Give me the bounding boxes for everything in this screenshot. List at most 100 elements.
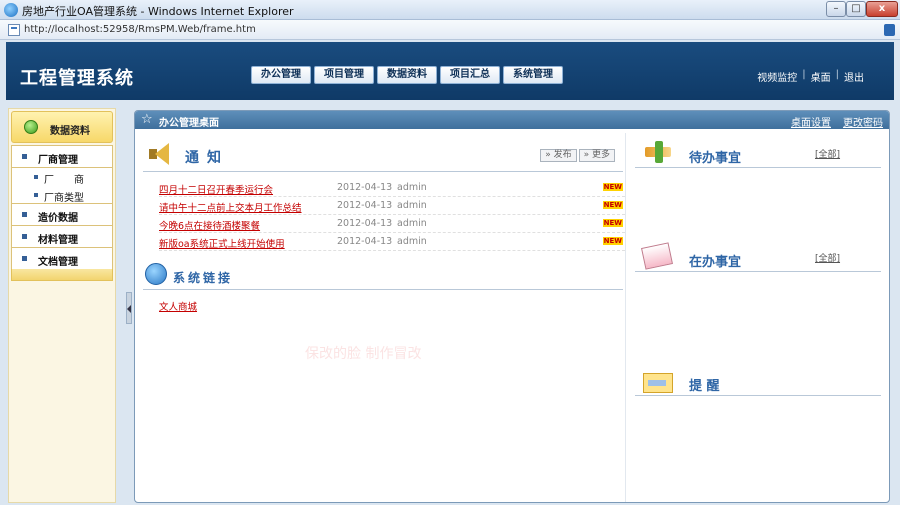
notice-date: 2012-04-13	[337, 236, 393, 247]
notice-date: 2012-04-13	[337, 218, 393, 229]
pin-icon	[639, 141, 671, 167]
sidebar-subitem-vendor[interactable]: 厂 商	[12, 168, 112, 186]
mail-icon	[639, 242, 673, 271]
maximize-button[interactable]: □	[846, 1, 866, 17]
app-header: 工程管理系统 办公管理 项目管理 数据资料 项目汇总 系统管理 视频监控 | 桌…	[6, 42, 894, 100]
notice-link[interactable]: 今晚6点在接待酒楼聚餐	[159, 218, 260, 232]
desktop-link[interactable]: 桌面	[811, 69, 831, 84]
notice-list: 四月十二日召开春季运行会 2012-04-13 admin NEW 请中午十二点…	[159, 179, 625, 251]
bullet-icon	[34, 175, 38, 179]
notice-user: admin	[397, 236, 427, 247]
nav-project[interactable]: 项目管理	[314, 66, 374, 84]
main-panel: ☆ 办公管理桌面 桌面设置 更改密码 通知 » 发布 » 更多 四月十二日召开春…	[134, 110, 890, 503]
notice-actions: » 发布 » 更多	[540, 149, 615, 162]
notice-title: 通知	[185, 150, 229, 166]
in-progress-all-link[interactable]: [全部]	[815, 251, 840, 264]
star-icon: ☆	[141, 112, 153, 127]
sidebar-item-label: 文档管理	[38, 257, 78, 268]
notice-user: admin	[397, 218, 427, 229]
note-icon	[639, 369, 673, 395]
separator: |	[802, 69, 806, 80]
sidebar-item-documents[interactable]: 文档管理	[12, 248, 112, 270]
reminder-title: 提 醒	[689, 379, 720, 394]
sidebar-title: 数据资料	[50, 126, 90, 137]
new-badge: NEW	[602, 201, 623, 209]
todo-section: 待办事宜 [全部]	[635, 141, 883, 201]
minimize-button[interactable]: –	[826, 1, 846, 17]
panel-header: ☆ 办公管理桌面 桌面设置 更改密码	[135, 111, 889, 129]
todo-title: 待办事宜	[689, 151, 742, 166]
window-title: 房地产行业OA管理系统 - Windows Internet Explorer	[22, 5, 294, 18]
divider	[635, 395, 881, 396]
sidebar-subitem-vendor-type[interactable]: 厂商类型	[12, 186, 112, 204]
notice-section: 通知 » 发布 » 更多 四月十二日召开春季运行会 2012-04-13 adm…	[143, 139, 625, 259]
more-button[interactable]: » 更多	[578, 149, 615, 162]
sidebar-item-label: 厂商管理	[38, 155, 78, 166]
divider	[635, 167, 881, 168]
watermark: 保改的脸 制作冒改	[305, 346, 422, 362]
nav-system[interactable]: 系统管理	[503, 66, 563, 84]
page-icon	[8, 24, 20, 36]
logout-link[interactable]: 退出	[844, 69, 864, 84]
ie-icon	[4, 3, 18, 17]
notice-link[interactable]: 新版oa系统正式上线开始使用	[159, 236, 285, 250]
publish-label: 发布	[553, 150, 572, 160]
divider	[143, 171, 623, 172]
sidebar-item-vendor-management[interactable]: 厂商管理	[12, 146, 112, 168]
compatibility-icon[interactable]	[884, 24, 895, 36]
sidebar-item-label: 造价数据	[38, 213, 78, 224]
reminder-section: 提 醒	[635, 369, 883, 409]
close-button[interactable]: x	[866, 1, 898, 17]
sidebar-item-materials[interactable]: 材料管理	[12, 226, 112, 248]
app-logo: 工程管理系统	[20, 68, 134, 89]
change-password-link[interactable]: 更改密码	[843, 114, 883, 129]
notice-date: 2012-04-13	[337, 182, 393, 193]
video-monitor-link[interactable]: 视频监控	[757, 69, 797, 84]
notice-link[interactable]: 四月十二日召开春季运行会	[159, 182, 273, 196]
panel-title: 办公管理桌面	[159, 118, 219, 129]
list-item: 今晚6点在接待酒楼聚餐 2012-04-13 admin NEW	[159, 215, 625, 233]
bullet-icon	[22, 154, 27, 159]
desktop-settings-link[interactable]: 桌面设置	[791, 114, 831, 129]
address-url[interactable]: http://localhost:52958/RmsPM.Web/frame.h…	[24, 24, 256, 35]
top-nav: 办公管理 项目管理 数据资料 项目汇总 系统管理	[251, 66, 563, 84]
sidebar-collapse-handle[interactable]	[126, 292, 132, 324]
divider	[635, 271, 881, 272]
check-circle-icon	[24, 120, 38, 134]
column-divider	[625, 133, 626, 502]
system-link[interactable]: 文人商城	[159, 299, 197, 313]
sidebar-item-label: 厂商类型	[44, 193, 84, 204]
publish-button[interactable]: » 发布	[540, 149, 577, 162]
sidebar-item-label: 厂 商	[44, 175, 84, 186]
panel-header-links: 桌面设置 更改密码	[791, 114, 883, 129]
in-progress-title: 在办事宜	[689, 255, 742, 270]
bullet-icon	[34, 193, 38, 197]
list-item: 新版oa系统正式上线开始使用 2012-04-13 admin NEW	[159, 233, 625, 251]
speaker-icon	[149, 143, 171, 165]
sidebar-footer	[11, 269, 113, 281]
todo-all-link[interactable]: [全部]	[815, 147, 840, 160]
bullet-icon	[22, 212, 27, 217]
sidebar-header: 数据资料	[11, 111, 113, 143]
notice-link[interactable]: 请中午十二点前上交本月工作总结	[159, 200, 302, 214]
window-titlebar: 房地产行业OA管理系统 - Windows Internet Explorer …	[0, 0, 900, 20]
new-badge: NEW	[602, 237, 623, 245]
divider	[143, 289, 623, 290]
sidebar-menu: 厂商管理 厂 商 厂商类型 造价数据 材料管理 文档管理	[11, 145, 113, 271]
notice-user: admin	[397, 182, 427, 193]
nav-office[interactable]: 办公管理	[251, 66, 311, 84]
list-item: 请中午十二点前上交本月工作总结 2012-04-13 admin NEW	[159, 197, 625, 215]
bullet-icon	[22, 256, 27, 261]
nav-summary[interactable]: 项目汇总	[440, 66, 500, 84]
nav-data[interactable]: 数据资料	[377, 66, 437, 84]
bullet-icon	[22, 234, 27, 239]
more-label: 更多	[591, 150, 610, 160]
sidebar-item-cost-data[interactable]: 造价数据	[12, 204, 112, 226]
globe-icon	[145, 263, 167, 285]
new-badge: NEW	[602, 183, 623, 191]
notice-date: 2012-04-13	[337, 200, 393, 211]
sidebar-item-label: 材料管理	[38, 235, 78, 246]
new-badge: NEW	[602, 219, 623, 227]
separator: |	[835, 69, 839, 80]
address-bar: http://localhost:52958/RmsPM.Web/frame.h…	[0, 20, 900, 40]
